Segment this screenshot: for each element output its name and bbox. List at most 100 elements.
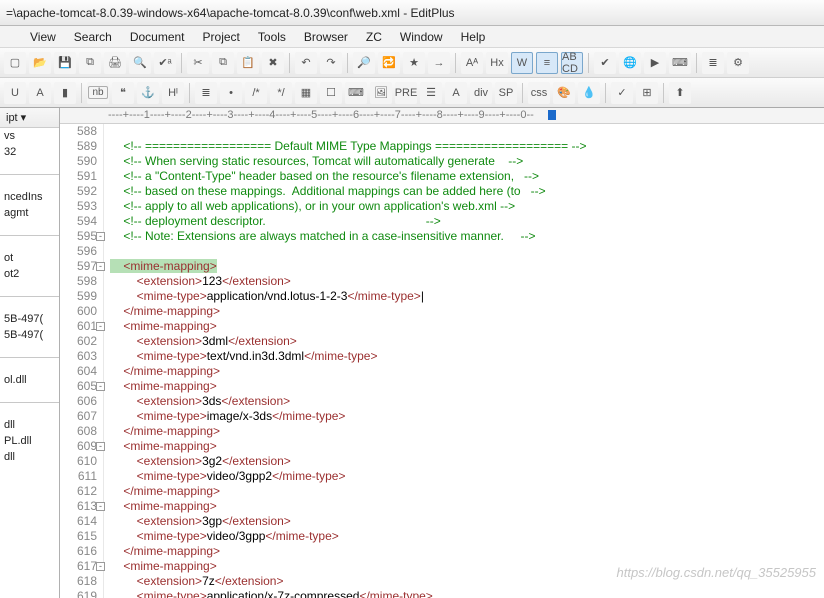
code-line[interactable]: 610 <extension>3g2</extension>: [60, 454, 824, 469]
wrap-icon[interactable]: W: [511, 52, 533, 74]
image-icon[interactable]: 🖼: [370, 82, 392, 104]
run-icon[interactable]: ▶: [644, 52, 666, 74]
code-line[interactable]: 599▶ <mime-type>application/vnd.lotus-1-…: [60, 289, 824, 304]
code-line[interactable]: 590 <!-- When serving static resources, …: [60, 154, 824, 169]
comment-icon[interactable]: /*: [245, 82, 267, 104]
sidebar-item[interactable]: ot2: [0, 266, 59, 282]
menu-window[interactable]: Window: [392, 28, 451, 46]
sidebar-item[interactable]: agmt: [0, 205, 59, 221]
sidebar-item[interactable]: 5B-497(: [0, 311, 59, 327]
menu-search[interactable]: Search: [66, 28, 120, 46]
menu-project[interactable]: Project: [195, 28, 248, 46]
paste-icon[interactable]: 📋: [237, 52, 259, 74]
sidebar-item[interactable]: ncedIns: [0, 189, 59, 205]
menu-tools[interactable]: Tools: [250, 28, 294, 46]
pick-icon[interactable]: 💧: [578, 82, 600, 104]
preview-icon[interactable]: 🔍: [129, 52, 151, 74]
terminal-icon[interactable]: ⌨: [669, 52, 691, 74]
menu-document[interactable]: Document: [122, 28, 193, 46]
fontcolor-icon[interactable]: A: [29, 82, 51, 104]
code-line[interactable]: 594 <!-- deployment descriptor. -->: [60, 214, 824, 229]
menu-file[interactable]: [4, 35, 20, 39]
code-line[interactable]: 597- <mime-mapping>: [60, 259, 824, 274]
code-line[interactable]: 619 <mime-type>application/x-7z-compress…: [60, 589, 824, 598]
code-line[interactable]: 609- <mime-mapping>: [60, 439, 824, 454]
fold-toggle-icon[interactable]: -: [96, 322, 105, 331]
font-icon[interactable]: Aᴬ: [461, 52, 483, 74]
code-line[interactable]: 618 <extension>7z</extension>: [60, 574, 824, 589]
quote-icon[interactable]: ❝: [112, 82, 134, 104]
redo-icon[interactable]: ↷: [320, 52, 342, 74]
lineno-icon[interactable]: ≡: [536, 52, 558, 74]
menu-zc[interactable]: ZC: [358, 28, 390, 46]
code-line[interactable]: 593 <!-- apply to all web applications),…: [60, 199, 824, 214]
saveall-icon[interactable]: ⧉: [79, 52, 101, 74]
code-line[interactable]: 615 <mime-type>video/3gpp</mime-type>: [60, 529, 824, 544]
form-icon[interactable]: ☐: [320, 82, 342, 104]
new-icon[interactable]: ▢: [4, 52, 26, 74]
underline-icon[interactable]: U: [4, 82, 26, 104]
code-line[interactable]: 592 <!-- based on these mappings. Additi…: [60, 184, 824, 199]
nb-icon[interactable]: nb: [87, 82, 109, 104]
structure-icon[interactable]: ≣: [702, 52, 724, 74]
code-line[interactable]: 604 </mime-mapping>: [60, 364, 824, 379]
menu-view[interactable]: View: [22, 28, 64, 46]
menu-browser[interactable]: Browser: [296, 28, 356, 46]
validate-icon[interactable]: ✓: [611, 82, 633, 104]
table-icon[interactable]: ▦: [295, 82, 317, 104]
undo-icon[interactable]: ↶: [295, 52, 317, 74]
code-line[interactable]: 601- <mime-mapping>: [60, 319, 824, 334]
anchor-icon[interactable]: ⚓: [137, 82, 159, 104]
uncomment-icon[interactable]: */: [270, 82, 292, 104]
palette-icon[interactable]: 🎨: [553, 82, 575, 104]
sidebar-item[interactable]: dll: [0, 417, 59, 433]
print-icon[interactable]: 🖨: [104, 52, 126, 74]
code-line[interactable]: 598 <extension>123</extension>: [60, 274, 824, 289]
code-line[interactable]: 612 </mime-mapping>: [60, 484, 824, 499]
upload-icon[interactable]: ⬆: [669, 82, 691, 104]
list-icon[interactable]: ☰: [420, 82, 442, 104]
code-line[interactable]: 616 </mime-mapping>: [60, 544, 824, 559]
fold-toggle-icon[interactable]: -: [96, 442, 105, 451]
copy-icon[interactable]: ⧉: [212, 52, 234, 74]
sidebar-item[interactable]: ol.dll: [0, 372, 59, 388]
browser-icon[interactable]: 🌐: [619, 52, 641, 74]
save-icon[interactable]: 💾: [54, 52, 76, 74]
sidebar-item[interactable]: 5B-497(: [0, 327, 59, 343]
hex-icon[interactable]: Hx: [486, 52, 508, 74]
code-line[interactable]: 613- <mime-mapping>: [60, 499, 824, 514]
code-line[interactable]: 588: [60, 124, 824, 139]
menu-help[interactable]: Help: [453, 28, 494, 46]
div-icon[interactable]: div: [470, 82, 492, 104]
fold-toggle-icon[interactable]: -: [96, 262, 105, 271]
sidebar-item[interactable]: dll: [0, 449, 59, 465]
open-icon[interactable]: 📂: [29, 52, 51, 74]
code-line[interactable]: 606 <extension>3ds</extension>: [60, 394, 824, 409]
check-icon[interactable]: ✔: [594, 52, 616, 74]
heading-icon[interactable]: Hᴵ: [162, 82, 184, 104]
sidebar-item[interactable]: ot: [0, 250, 59, 266]
bookmark-icon[interactable]: ★: [403, 52, 425, 74]
code-line[interactable]: 608 </mime-mapping>: [60, 424, 824, 439]
css-icon[interactable]: css: [528, 82, 550, 104]
outline-icon[interactable]: ⊞: [636, 82, 658, 104]
textarea-icon[interactable]: A: [445, 82, 467, 104]
input-icon[interactable]: ⌨: [345, 82, 367, 104]
ruler-icon[interactable]: AB CD: [561, 52, 583, 74]
ol-icon[interactable]: ≣: [195, 82, 217, 104]
cut-icon[interactable]: ✂: [187, 52, 209, 74]
sidebar-item[interactable]: vs: [0, 128, 59, 144]
code-line[interactable]: 605- <mime-mapping>: [60, 379, 824, 394]
fold-toggle-icon[interactable]: -: [96, 562, 105, 571]
code-line[interactable]: 607 <mime-type>image/x-3ds</mime-type>: [60, 409, 824, 424]
fold-toggle-icon[interactable]: -: [96, 232, 105, 241]
find-icon[interactable]: 🔎: [353, 52, 375, 74]
code-viewport[interactable]: 588589 <!-- ================== Default M…: [60, 124, 824, 598]
sidebar-item[interactable]: 32: [0, 144, 59, 160]
ul-icon[interactable]: •: [220, 82, 242, 104]
code-line[interactable]: 617- <mime-mapping>: [60, 559, 824, 574]
code-line[interactable]: 589 <!-- ================== Default MIME…: [60, 139, 824, 154]
pre-icon[interactable]: PRE: [395, 82, 417, 104]
code-line[interactable]: 591 <!-- a "Content-Type" header based o…: [60, 169, 824, 184]
code-line[interactable]: 600 </mime-mapping>: [60, 304, 824, 319]
